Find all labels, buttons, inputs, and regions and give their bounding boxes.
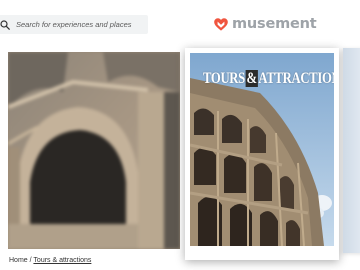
cover-image: TOURS&ATTRACTIONS [190, 53, 334, 246]
hero-background-image [8, 52, 180, 249]
breadcrumb-home[interactable]: Home [9, 257, 28, 264]
cover-title-ampersand: & [245, 70, 258, 87]
next-card-peek[interactable] [343, 48, 360, 253]
breadcrumb: Home / Tours & attractions [9, 257, 91, 264]
cover-title-attractions: ATTRACTIONS [258, 70, 334, 87]
musement-logo[interactable]: musement [214, 14, 317, 34]
search-bar[interactable] [0, 15, 148, 34]
breadcrumb-separator: / [29, 257, 32, 264]
breadcrumb-current[interactable]: Tours & attractions [33, 257, 91, 264]
search-input[interactable] [16, 20, 146, 29]
logo-wordmark: musement [232, 16, 317, 32]
category-cover-card[interactable]: TOURS&ATTRACTIONS [185, 48, 339, 260]
cover-title: TOURS&ATTRACTIONS [202, 70, 334, 87]
search-icon[interactable] [0, 15, 14, 34]
heart-logo-icon [214, 17, 228, 31]
cover-title-tours: TOURS [202, 70, 245, 87]
